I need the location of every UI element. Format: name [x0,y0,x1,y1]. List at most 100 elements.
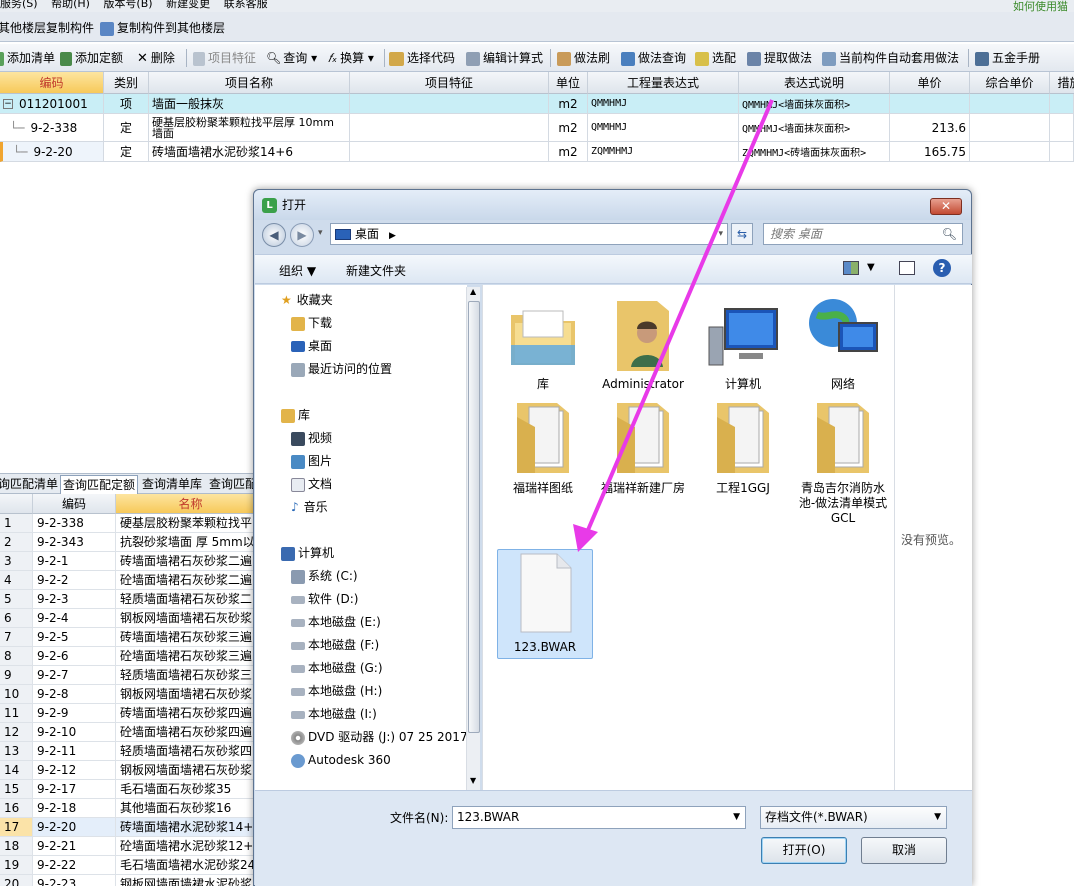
table-cell[interactable]: QMMHMJ [588,94,739,114]
menu-service[interactable]: 服务(S) [0,0,38,10]
method-query-button[interactable]: 做法查询 [621,48,686,68]
file-item-folder[interactable]: 工程1GGJ [695,397,791,496]
back-button[interactable]: ◀ [262,223,286,247]
row-number[interactable]: 7 [0,628,33,647]
quota-code[interactable]: 9-2-343 [33,533,116,552]
table-cell[interactable]: QMMHMJ [588,114,739,142]
quota-name[interactable]: 砖墙面墙裙石灰砂浆四遍 [116,704,266,723]
quota-name[interactable]: 砖墙面墙裙水泥砂浆14+6 [116,818,266,837]
table-cell[interactable]: 定 [104,142,149,162]
nav-pictures[interactable]: 图片 [291,451,332,471]
quota-name[interactable]: 砼墙面墙裙石灰砂浆二遍 [116,571,266,590]
col-header-unit[interactable]: 单位 [549,72,588,94]
table-row-code[interactable]: └─ 9-2-338 [0,114,104,142]
menu-version[interactable]: 版本号(B) [103,0,152,10]
scroll-down-icon[interactable]: ▼ [470,776,476,785]
quota-name[interactable]: 钢板网墙面墙裙石灰砂浆 [116,609,266,628]
quota-code[interactable]: 9-2-10 [33,723,116,742]
new-folder-button[interactable]: 新建文件夹 [346,262,406,279]
nav-music[interactable]: ♪ 音乐 [291,497,328,517]
nav-autodesk[interactable]: Autodesk 360 [291,750,391,770]
nav-docs[interactable]: 文档 [291,474,332,494]
row-number[interactable]: 9 [0,666,33,685]
quota-name[interactable]: 轻质墙面墙裙石灰砂浆二 [116,590,266,609]
quota-name[interactable]: 毛石墙面石灰砂浆35 [116,780,266,799]
quota-name[interactable]: 轻质墙面墙裙石灰砂浆四 [116,742,266,761]
row-number[interactable]: 8 [0,647,33,666]
table-cell[interactable] [890,94,970,114]
row-number[interactable]: 14 [0,761,33,780]
tab-match-quota[interactable]: 查询匹配定额 [60,475,139,494]
file-item-administrator[interactable]: Administrator [595,293,691,392]
view-icon[interactable] [843,261,859,275]
delete-button[interactable]: ✕ 删除 [137,48,175,68]
quota-name[interactable]: 砼墙面墙裙石灰砂浆四遍 [116,723,266,742]
table-row-code[interactable]: −011201001 [0,94,104,114]
nav-recent[interactable]: 最近访问的位置 [291,359,392,379]
row-number[interactable]: 4 [0,571,33,590]
col-header-desc[interactable]: 表达式说明 [739,72,890,94]
file-item-library[interactable]: 库 [495,293,591,392]
cancel-button[interactable]: 取消 [861,837,947,864]
col-header-measure[interactable]: 措施 [1050,72,1074,94]
nav-drive-g[interactable]: 本地磁盘 (G:) [291,658,383,678]
table-cell[interactable]: ZQMMHMJ<砖墙面抹灰面积> [739,142,890,162]
copy-from-floor-button[interactable]: 其他楼层复制构件 [0,18,98,38]
quota-code[interactable]: 9-2-5 [33,628,116,647]
nav-drive-h[interactable]: 本地磁盘 (H:) [291,681,382,701]
quota-code[interactable]: 9-2-21 [33,837,116,856]
quota-name[interactable]: 砼墙面墙裙水泥砂浆12+8 [116,837,266,856]
table-cell[interactable]: ZQMMHMJ [588,142,739,162]
quota-code[interactable]: 9-2-22 [33,856,116,875]
table-cell[interactable]: QMMHMJ<墙面抹灰面积> [739,94,890,114]
quota-name[interactable]: 毛石墙面墙裙水泥砂浆24 [116,856,266,875]
quota-code[interactable]: 9-2-338 [33,514,116,533]
nav-drive-i[interactable]: 本地磁盘 (I:) [291,704,377,724]
nav-scrollbar[interactable]: ▲ ▼ [466,287,480,790]
col-header-name[interactable]: 项目名称 [149,72,350,94]
quota-name[interactable]: 轻质墙面墙裙石灰砂浆三 [116,666,266,685]
bottom-col-name[interactable]: 名称 [116,494,266,514]
nav-drive-e[interactable]: 本地磁盘 (E:) [291,612,381,632]
table-cell[interactable] [1050,114,1074,142]
auto-apply-button[interactable]: 当前构件自动套用做法 [822,48,959,68]
row-number[interactable]: 16 [0,799,33,818]
tab-match-list[interactable]: 询匹配清单 [0,475,60,494]
extract-method-button[interactable]: 提取做法 [747,48,812,68]
row-number[interactable]: 20 [0,875,33,886]
nav-download[interactable]: 下载 [291,313,332,333]
file-item-folder[interactable]: 福瑞祥新建厂房 [595,397,691,496]
quota-code[interactable]: 9-2-2 [33,571,116,590]
col-header-feature[interactable]: 项目特征 [350,72,549,94]
table-cell[interactable]: 213.6 [890,114,970,142]
row-number[interactable]: 11 [0,704,33,723]
table-cell[interactable] [350,114,549,142]
col-header-price[interactable]: 单价 [890,72,970,94]
copy-to-floor-button[interactable]: 复制构件到其他楼层 [96,18,229,38]
table-cell[interactable]: 定 [104,114,149,142]
chevron-down-icon[interactable]: ▾ [718,224,723,244]
file-item-folder[interactable]: 福瑞祥图纸 [495,397,591,496]
quota-name[interactable]: 砖墙面墙裙石灰砂浆三遍 [116,628,266,647]
organize-button[interactable]: 组织 ▼ [279,262,316,279]
col-header-type[interactable]: 类别 [104,72,149,94]
quota-code[interactable]: 9-2-23 [33,875,116,886]
tab-match-other[interactable]: 查询匹配 [207,475,259,494]
collapse-icon[interactable]: − [3,98,13,109]
quota-code[interactable]: 9-2-3 [33,590,116,609]
table-cell[interactable]: 硬基层胶粉聚苯颗粒找平层厚 10mm 墙面 [149,114,350,142]
file-item-folder[interactable]: 青岛吉尔消防水池-做法清单模式GCL [795,397,891,526]
quota-code[interactable]: 9-2-7 [33,666,116,685]
nav-computer[interactable]: 计算机 [281,543,334,563]
quota-code[interactable]: 9-2-18 [33,799,116,818]
search-input[interactable]: 搜索 桌面 🔍︎ [763,223,963,245]
menu-help[interactable]: 帮助(H) [51,0,90,10]
file-item-computer[interactable]: 计算机 [695,293,791,392]
help-icon[interactable]: ? [933,259,951,277]
scrollbar-thumb[interactable] [468,301,480,733]
nav-drive-f[interactable]: 本地磁盘 (F:) [291,635,379,655]
file-item-network[interactable]: 网络 [795,293,891,392]
col-header-code[interactable]: 编码 [0,72,104,94]
quota-code[interactable]: 9-2-1 [33,552,116,571]
table-cell[interactable] [970,114,1050,142]
